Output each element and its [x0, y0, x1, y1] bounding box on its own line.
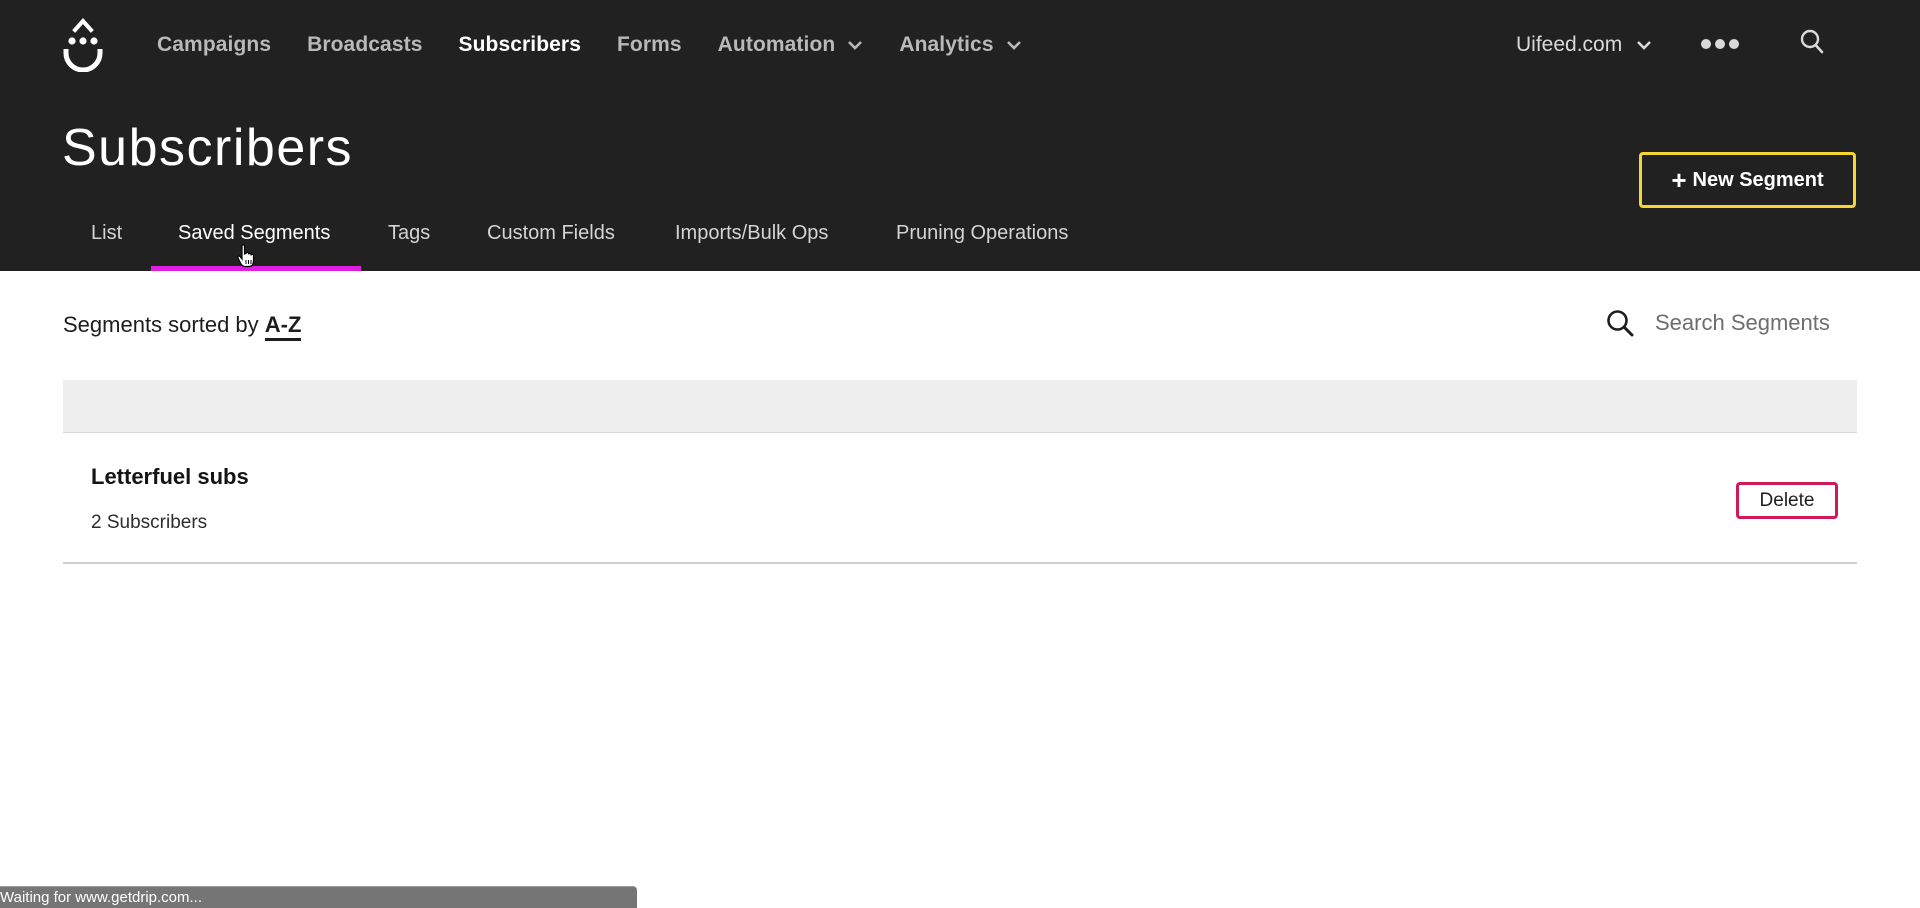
nav-analytics[interactable]: Analytics [899, 33, 1021, 57]
drip-logo-icon[interactable] [62, 16, 104, 72]
search-icon[interactable] [1799, 28, 1825, 56]
nav-analytics-label: Analytics [899, 33, 994, 56]
tab-custom-fields[interactable]: Custom Fields [487, 222, 615, 245]
tab-imports-bulk-ops[interactable]: Imports/Bulk Ops [675, 222, 828, 245]
segment-subscriber-count: 2 Subscribers [91, 512, 208, 533]
tab-tags[interactable]: Tags [388, 222, 430, 245]
segment-search [1605, 308, 1855, 338]
sort-prefix: Segments sorted by [63, 312, 259, 337]
segments-table-header [63, 380, 1857, 433]
sort-control: Segments sorted by A-Z [63, 312, 302, 341]
account-name: Uifeed.com [1516, 33, 1623, 56]
more-menu-button[interactable] [1701, 30, 1743, 60]
chevron-down-icon [848, 41, 863, 50]
search-segments-input[interactable] [1655, 310, 1855, 336]
segment-name[interactable]: Letterfuel subs [91, 464, 249, 490]
nav-forms-label: Forms [616, 33, 682, 56]
search-icon [1607, 310, 1634, 337]
chevron-down-icon [1637, 41, 1652, 50]
top-header: Campaigns Broadcasts Subscribers Forms A… [0, 0, 1920, 271]
delete-segment-button[interactable]: Delete [1736, 482, 1838, 519]
sort-order-link[interactable]: A-Z [264, 312, 302, 341]
chevron-down-icon [1006, 41, 1021, 50]
nav-broadcasts-label: Broadcasts [307, 33, 423, 56]
nav-forms[interactable]: Forms [617, 33, 682, 57]
tab-pruning-operations[interactable]: Pruning Operations [896, 222, 1068, 245]
nav-broadcasts[interactable]: Broadcasts [307, 33, 422, 57]
pointer-cursor-icon [237, 244, 255, 268]
tab-list[interactable]: List [91, 222, 122, 245]
account-switcher[interactable]: Uifeed.com [1516, 30, 1652, 60]
nav-campaigns-label: Campaigns [157, 33, 272, 56]
tab-saved-segments[interactable]: Saved Segments [178, 222, 330, 245]
main-nav: Campaigns Broadcasts Subscribers Forms A… [157, 30, 1058, 60]
subscriber-tabs: List Saved Segments Tags Custom Fields I… [0, 218, 1920, 271]
browser-status-bar: Waiting for www.getdrip.com... [0, 886, 637, 908]
nav-subscribers-label: Subscribers [458, 33, 581, 56]
nav-campaigns[interactable]: Campaigns [157, 33, 271, 57]
segment-row: Letterfuel subs 2 Subscribers Delete [63, 434, 1857, 564]
nav-automation-label: Automation [717, 33, 836, 56]
plus-icon: + [1671, 165, 1687, 195]
active-tab-indicator [151, 266, 361, 271]
ellipsis-icon [1701, 36, 1743, 54]
nav-subscribers[interactable]: Subscribers [458, 33, 581, 57]
new-segment-label: New Segment [1692, 168, 1824, 191]
nav-automation[interactable]: Automation [718, 33, 864, 57]
page-title: Subscribers [62, 119, 354, 177]
new-segment-button[interactable]: + New Segment [1639, 152, 1856, 208]
